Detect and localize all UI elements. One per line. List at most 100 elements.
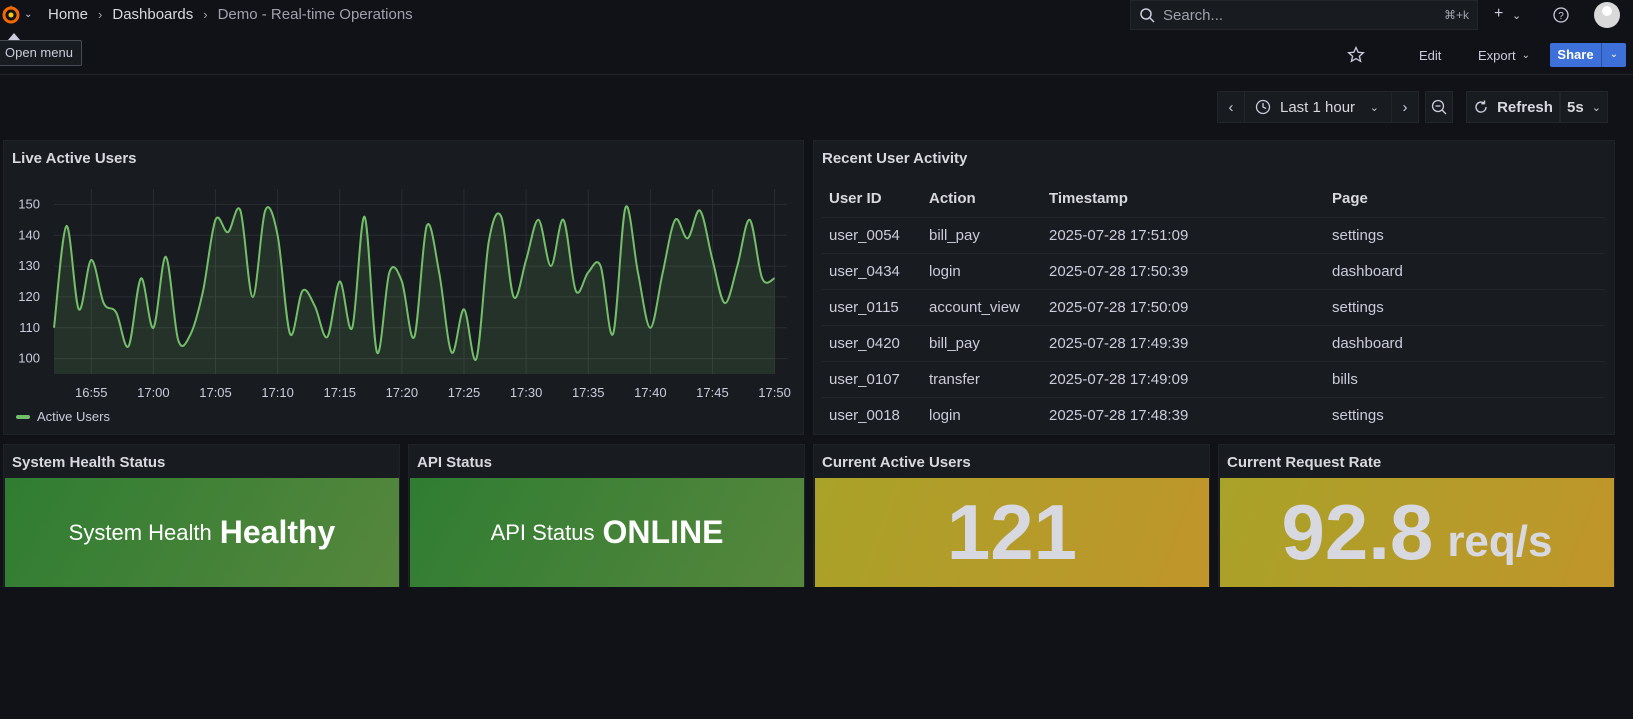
time-forward-button[interactable]: › <box>1391 91 1419 123</box>
chevron-right-icon: › <box>203 7 208 22</box>
cell-page: dashboard <box>1325 325 1605 362</box>
search-icon <box>1140 8 1155 23</box>
time-back-button[interactable]: ‹ <box>1217 91 1245 123</box>
help-icon[interactable]: ? <box>1553 7 1569 23</box>
share-button[interactable]: Share ⌄ <box>1550 43 1626 67</box>
chevron-down-icon[interactable]: ⌄ <box>24 9 34 20</box>
stat-tile: 92.8 req/s <box>1220 478 1614 587</box>
svg-text:?: ? <box>1558 11 1564 22</box>
cell-page: settings <box>1325 397 1605 425</box>
search-input[interactable]: Search... ⌘+k <box>1130 0 1478 30</box>
cell-page: settings <box>1325 217 1605 254</box>
dashboard-toolbar <box>0 38 1633 75</box>
column-header-user-id[interactable]: User ID <box>822 181 922 218</box>
activity-table: User ID Action Timestamp Page user_0054 … <box>822 181 1605 425</box>
y-tick-label: 100 <box>18 351 40 366</box>
chevron-down-icon[interactable]: ⌄ <box>1512 9 1521 22</box>
search-placeholder: Search... <box>1163 6 1224 24</box>
table-viewport[interactable]: User ID Action Timestamp Page user_0054 … <box>814 141 1614 425</box>
series-area-active-users <box>54 206 775 374</box>
stat-label: System Health <box>68 519 212 545</box>
x-tick-label: 17:15 <box>323 385 356 400</box>
y-tick-label: 120 <box>18 289 40 304</box>
breadcrumb-home[interactable]: Home <box>48 6 88 23</box>
chart-legend[interactable]: Active Users <box>16 409 110 424</box>
stat-tile: API Status ONLINE <box>410 478 804 587</box>
y-tick-label: 140 <box>18 227 40 242</box>
chevron-down-icon: ⌄ <box>1521 49 1530 61</box>
table-header-row: User ID Action Timestamp Page <box>822 181 1605 218</box>
system-health-panel: System Health Status System Health Healt… <box>3 444 400 587</box>
x-tick-label: 17:25 <box>448 385 481 400</box>
clock-icon <box>1255 99 1271 115</box>
cell-page: dashboard <box>1325 253 1605 290</box>
cell-user-id: user_0107 <box>822 361 922 398</box>
chevron-down-icon[interactable]: ⌄ <box>1602 43 1626 67</box>
zoom-out-icon <box>1431 99 1447 115</box>
column-header-page[interactable]: Page <box>1325 181 1605 218</box>
breadcrumb-current: Demo - Real-time Operations <box>217 6 413 23</box>
cell-timestamp: 2025-07-28 17:50:09 <box>1042 289 1325 326</box>
stat-unit: req/s <box>1447 516 1553 566</box>
cell-action: bill_pay <box>922 217 1042 254</box>
refresh-interval-picker[interactable]: 5s ⌄ <box>1560 91 1608 123</box>
breadcrumb-dashboards[interactable]: Dashboards <box>112 6 193 23</box>
x-tick-label: 16:55 <box>75 385 108 400</box>
share-label: Share <box>1550 43 1602 67</box>
panel-title: System Health Status <box>12 454 166 471</box>
avatar[interactable] <box>1594 2 1620 28</box>
x-tick-label: 17:30 <box>510 385 543 400</box>
time-range-label: Last 1 hour <box>1280 98 1356 116</box>
time-range-picker[interactable]: Last 1 hour ⌄ <box>1244 91 1392 123</box>
stat-value: 121 <box>946 488 1078 576</box>
stat-value: ONLINE <box>602 514 724 550</box>
panel-title: Current Active Users <box>822 454 971 471</box>
chevron-right-icon: › <box>98 7 103 22</box>
stat-label: API Status <box>490 519 595 545</box>
cell-user-id: user_0054 <box>822 217 922 254</box>
y-tick-label: 110 <box>19 320 40 335</box>
legend-swatch <box>16 414 30 419</box>
x-tick-label: 17:45 <box>696 385 729 400</box>
cell-user-id: user_0115 <box>822 289 922 326</box>
cell-page: bills <box>1325 361 1605 398</box>
line-chart: 100 110 120 130 140 150 16:55 17:00 17:05 17:10 17… <box>18 189 791 400</box>
cell-timestamp: 2025-07-28 17:50:39 <box>1042 253 1325 290</box>
star-icon[interactable] <box>1347 46 1365 64</box>
export-label: Export <box>1478 47 1516 63</box>
x-tick-label: 17:10 <box>261 385 294 400</box>
breadcrumb: Home › Dashboards › Demo - Real-time Ope… <box>48 6 413 23</box>
panel-title: Current Request Rate <box>1227 454 1382 471</box>
cell-action: login <box>922 253 1042 290</box>
chevron-down-icon: ⌄ <box>1369 101 1379 114</box>
stat-tile: 121 <box>815 478 1209 587</box>
cell-timestamp: 2025-07-28 17:48:39 <box>1042 397 1325 425</box>
cell-timestamp: 2025-07-28 17:51:09 <box>1042 217 1325 254</box>
zoom-out-button[interactable] <box>1425 91 1453 123</box>
cell-user-id: user_0018 <box>822 397 922 425</box>
y-tick-label: 150 <box>18 196 40 211</box>
cell-action: account_view <box>922 289 1042 326</box>
export-button[interactable]: Export ⌄ <box>1478 43 1530 67</box>
live-active-users-panel: Live Active Users 100 110 120 130 140 150 16:5… <box>3 140 804 435</box>
cell-timestamp: 2025-07-28 17:49:39 <box>1042 325 1325 362</box>
stat-value: 92.8 <box>1281 488 1434 576</box>
cell-user-id: user_0420 <box>822 325 922 362</box>
table-row: user_0107 transfer 2025-07-28 17:49:09 b… <box>822 361 1605 398</box>
table-row: user_0018 login 2025-07-28 17:48:39 sett… <box>822 397 1605 425</box>
edit-button[interactable]: Edit <box>1419 43 1441 67</box>
cell-page: settings <box>1325 289 1605 326</box>
chevron-down-icon: ⌄ <box>1591 101 1601 114</box>
column-header-timestamp[interactable]: Timestamp <box>1042 181 1325 218</box>
column-header-action[interactable]: Action <box>922 181 1042 218</box>
legend-label: Active Users <box>37 409 110 424</box>
refresh-icon <box>1475 100 1487 113</box>
current-active-users-panel: Current Active Users 121 <box>813 444 1210 587</box>
grafana-logo-icon[interactable] <box>0 4 22 26</box>
panel-title: API Status <box>417 454 493 471</box>
plus-icon[interactable]: + <box>1494 5 1503 23</box>
scrollbar[interactable] <box>1617 140 1633 719</box>
cell-action: login <box>922 397 1042 425</box>
table-row: user_0420 bill_pay 2025-07-28 17:49:39 d… <box>822 325 1605 362</box>
refresh-button[interactable]: Refresh <box>1466 91 1560 123</box>
